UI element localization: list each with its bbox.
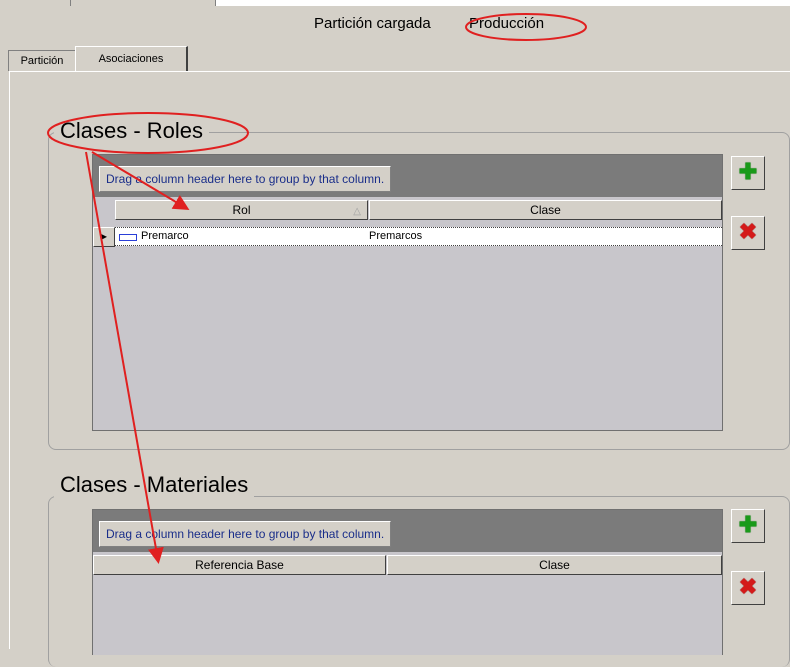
sort-ascending-icon: △ <box>353 206 361 217</box>
materials-group-bar: Drag a column header here to group by th… <box>93 510 722 552</box>
cross-icon: ✖ <box>738 219 758 244</box>
loaded-partition-label: Partición cargada <box>314 15 431 32</box>
row-pointer-icon[interactable]: ▶ <box>93 227 115 247</box>
delete-material-button[interactable]: ✖ <box>731 571 765 605</box>
materials-grid[interactable]: Drag a column header here to group by th… <box>92 509 723 655</box>
roles-col-header-rol[interactable]: Rol △ <box>115 200 368 220</box>
materials-col-header-clase[interactable]: Clase <box>387 555 722 575</box>
materials-group-title: Clases - Materiales <box>54 472 255 498</box>
add-role-button[interactable]: ✚ <box>731 156 765 190</box>
roles-grid[interactable]: Drag a column header here to group by th… <box>92 154 723 431</box>
table-row[interactable]: Premarco Premarcos <box>115 227 722 246</box>
tab-particion[interactable]: Partición <box>8 50 76 71</box>
roles-group-hint: Drag a column header here to group by th… <box>99 166 392 192</box>
row-rol-cell: Premarco <box>141 230 189 242</box>
row-clase-cell: Premarcos <box>369 230 423 242</box>
materials-col-header-referencia[interactable]: Referencia Base <box>93 555 386 575</box>
add-material-button[interactable]: ✚ <box>731 509 765 543</box>
tab-asociaciones[interactable]: Asociaciones <box>75 46 188 71</box>
roles-group-title: Clases - Roles <box>54 118 210 144</box>
delete-role-button[interactable]: ✖ <box>731 216 765 250</box>
loaded-partition-value: Producción <box>469 15 545 32</box>
plus-icon: ✚ <box>738 512 758 537</box>
roles-col-header-rol-label: Rol <box>232 203 251 217</box>
plus-icon: ✚ <box>738 159 758 184</box>
header: Partición cargada Producción <box>0 6 790 42</box>
tab-page-asociaciones: Clases - Roles Drag a column header here… <box>9 71 790 667</box>
roles-col-header-clase[interactable]: Clase <box>369 200 722 220</box>
role-icon <box>119 234 137 241</box>
roles-group-bar: Drag a column header here to group by th… <box>93 155 722 197</box>
materials-group-hint: Drag a column header here to group by th… <box>99 521 392 547</box>
cross-icon: ✖ <box>738 574 758 599</box>
